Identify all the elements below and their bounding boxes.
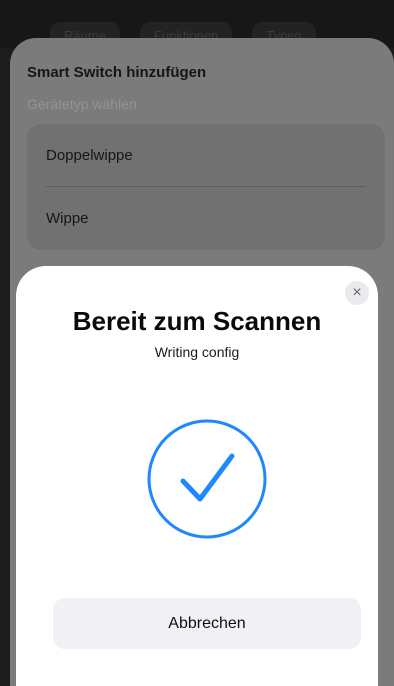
modal-status: Writing config [154, 344, 240, 360]
modal-title: Bereit zum Scannen [72, 306, 322, 336]
option-wippe[interactable]: Wippe [27, 187, 385, 249]
device-type-list: Doppelwippe Wippe [27, 124, 385, 250]
sheet-subtitle: Gerätetyp wählen [27, 96, 137, 112]
close-icon: × [352, 284, 362, 301]
cancel-button[interactable]: Abbrechen [53, 598, 361, 649]
checkmark-circle-icon [146, 418, 268, 540]
sheet-title: Smart Switch hinzufügen [27, 64, 207, 81]
scan-modal: × Bereit zum Scannen Writing config Abbr… [16, 266, 378, 686]
option-doppelwippe[interactable]: Doppelwippe [27, 124, 385, 186]
checkmark-icon [147, 419, 267, 539]
close-button[interactable]: × [345, 281, 369, 305]
